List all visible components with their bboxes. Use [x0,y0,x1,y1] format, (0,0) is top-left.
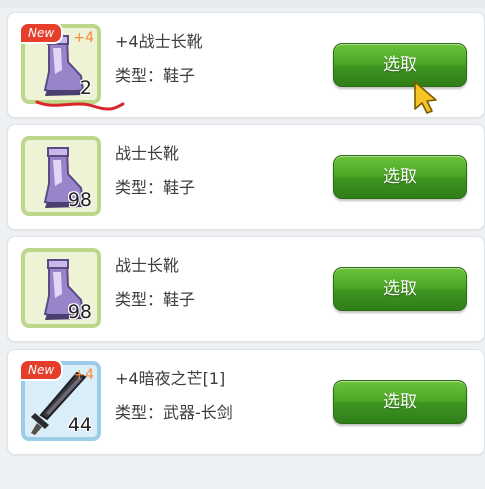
item-card: New +4 44 +4暗夜之芒[1] 类型：武器-长剑 选取 [7,349,485,455]
select-button[interactable]: 选取 [333,43,467,87]
pointer-cursor-icon [414,81,437,114]
item-card: 98 战士长靴 类型：鞋子 选取 [7,236,485,342]
item-card: 98 战士长靴 类型：鞋子 选取 [7,124,485,230]
item-name: 战士长靴 [115,256,180,275]
item-list[interactable]: New +4 2 +4战士长靴 类型：鞋子 选取 98 战士长靴 类型：鞋子 选… [0,0,485,489]
select-button[interactable]: 选取 [333,267,467,311]
item-type: 类型：鞋子 [115,290,196,309]
refine-level-badge: +4 [73,30,94,46]
item-type: 类型：鞋子 [115,178,196,197]
item-count: 98 [67,301,92,323]
item-name: +4战士长靴 [115,32,203,51]
new-badge: New [19,22,64,44]
item-thumbnail[interactable]: New +4 44 [19,359,101,441]
item-count: 98 [67,189,92,211]
item-type: 类型：鞋子 [115,66,196,85]
item-type: 类型：武器-长剑 [115,403,233,422]
select-button[interactable]: 选取 [333,380,467,424]
item-name: 战士长靴 [115,144,180,163]
item-thumbnail[interactable]: 98 [21,248,101,328]
item-thumbnail[interactable]: 98 [21,136,101,216]
select-button[interactable]: 选取 [333,155,467,199]
item-thumbnail[interactable]: New +4 2 [19,22,101,104]
red-underline-annotation [35,100,125,111]
new-badge: New [19,359,64,381]
item-count: 44 [67,414,92,436]
refine-level-badge: +4 [73,367,94,383]
item-name: +4暗夜之芒[1] [115,369,226,388]
